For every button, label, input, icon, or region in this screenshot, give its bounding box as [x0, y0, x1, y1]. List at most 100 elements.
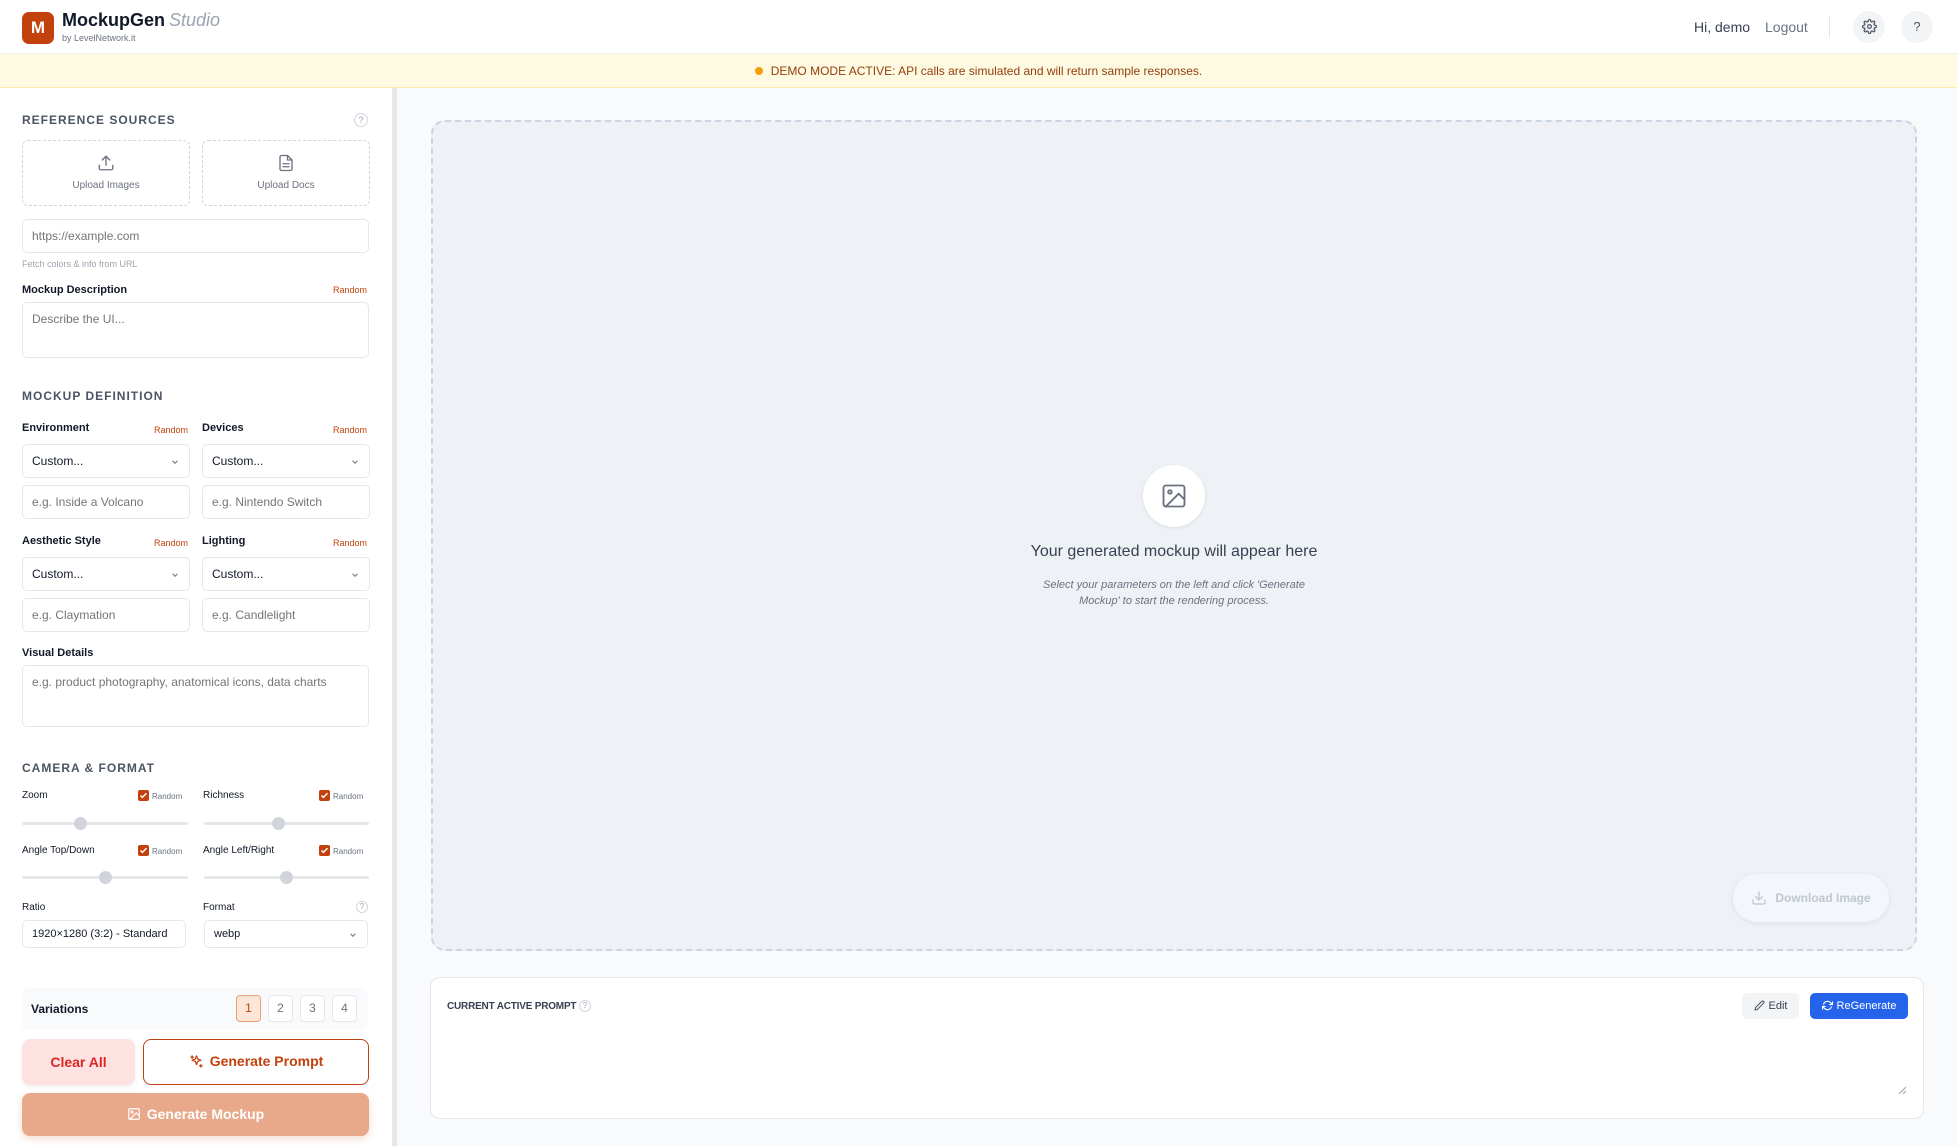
app-logo[interactable]: M — [22, 12, 54, 44]
app-byline: by LevelNetwork.it — [62, 33, 136, 43]
reference-sources-title: REFERENCE SOURCES — [22, 113, 176, 127]
mockup-description-input[interactable] — [22, 302, 369, 358]
ratio-label: Ratio — [22, 902, 46, 913]
visual-details-label: Visual Details — [22, 647, 94, 659]
sparkles-icon — [189, 1055, 203, 1068]
format-select[interactable]: webp — [204, 920, 368, 948]
devices-random-link[interactable]: Random — [333, 425, 367, 435]
variations-picker: Variations 1 2 3 4 — [22, 988, 368, 1030]
edit-prompt-button[interactable]: Edit — [1742, 993, 1799, 1019]
regenerate-label: ReGenerate — [1836, 1000, 1897, 1012]
zoom-slider-thumb[interactable] — [73, 817, 87, 830]
help-circle-icon[interactable]: ? — [579, 1000, 591, 1012]
environment-select[interactable]: Custom... — [22, 444, 190, 478]
placeholder-title: Your generated mockup will appear here — [1030, 543, 1318, 560]
chevron-down-icon — [352, 573, 358, 577]
check-icon — [320, 792, 329, 799]
placeholder-description: Select your parameters on the left and c… — [1043, 579, 1305, 607]
devices-selected: Custom... — [212, 454, 264, 468]
environment-custom-input[interactable] — [22, 485, 190, 519]
logout-link[interactable]: Logout — [1765, 19, 1808, 35]
header-divider — [1829, 16, 1830, 38]
variation-option-1[interactable]: 1 — [236, 995, 261, 1022]
upload-images-button[interactable]: Upload Images — [22, 140, 190, 206]
angle-top-down-slider-thumb[interactable] — [98, 871, 112, 884]
url-hint: Fetch colors & info from URL — [22, 259, 138, 269]
environment-random-link[interactable]: Random — [154, 425, 188, 435]
variations-label: Variations — [31, 1002, 89, 1016]
edit-prompt-label: Edit — [1768, 1000, 1788, 1012]
generate-mockup-button[interactable]: Generate Mockup — [22, 1093, 369, 1136]
camera-format-title: CAMERA & FORMAT — [22, 761, 155, 775]
chevron-down-icon — [350, 933, 356, 937]
current-prompt-title: CURRENT ACTIVE PROMPT — [447, 1001, 577, 1012]
check-icon — [139, 792, 148, 799]
format-label: Format — [203, 902, 235, 913]
aesthetic-style-label: Aesthetic Style — [22, 535, 101, 547]
zoom-random-checkbox[interactable] — [138, 790, 149, 801]
devices-custom-input[interactable] — [202, 485, 370, 519]
check-icon — [320, 847, 329, 854]
mockup-definition-title: MOCKUP DEFINITION — [22, 389, 164, 403]
current-prompt-panel — [430, 977, 1924, 1119]
angle-left-right-label: Angle Left/Right — [203, 845, 275, 856]
format-selected: webp — [214, 928, 241, 940]
lighting-custom-input[interactable] — [202, 598, 370, 632]
visual-details-input[interactable] — [22, 665, 369, 727]
app-header: M MockupGen Studio by LevelNetwork.it Hi,… — [0, 0, 1957, 54]
angle-left-right-random-checkbox[interactable] — [319, 845, 330, 856]
richness-label: Richness — [203, 790, 245, 801]
description-random-link[interactable]: Random — [333, 285, 367, 295]
lighting-random-link[interactable]: Random — [333, 538, 367, 548]
mockup-description-label: Mockup Description — [22, 284, 128, 296]
refresh-icon — [1821, 1000, 1833, 1010]
download-image-button[interactable]: Download Image — [1733, 874, 1889, 922]
gear-icon — [1861, 19, 1877, 34]
zoom-random-label: Random — [152, 792, 183, 801]
chevron-down-icon — [172, 573, 178, 577]
clear-all-button[interactable]: Clear All — [22, 1039, 135, 1085]
pencil-icon — [1753, 1000, 1764, 1011]
chevron-down-icon — [352, 460, 358, 464]
lighting-label: Lighting — [202, 535, 246, 547]
regenerate-button[interactable]: ReGenerate — [1810, 993, 1908, 1019]
zoom-label: Zoom — [22, 790, 48, 801]
settings-button[interactable] — [1853, 11, 1885, 43]
url-input[interactable] — [22, 219, 369, 253]
resize-grip-icon[interactable] — [1897, 1085, 1907, 1095]
variation-option-3[interactable]: 3 — [300, 995, 325, 1022]
angle-top-down-random-checkbox[interactable] — [138, 845, 149, 856]
upload-docs-button[interactable]: Upload Docs — [202, 140, 370, 206]
check-icon — [139, 847, 148, 854]
help-circle-icon[interactable]: ? — [356, 901, 368, 913]
app-title: MockupGen Studio — [62, 10, 221, 30]
angle-left-right-slider-thumb[interactable] — [280, 871, 293, 884]
generate-mockup-label: Generate Mockup — [146, 1106, 265, 1122]
aesthetic-custom-input[interactable] — [22, 598, 190, 632]
angle-top-down-random-label: Random — [152, 847, 183, 856]
lighting-select[interactable]: Custom... — [202, 557, 370, 591]
lighting-selected: Custom... — [212, 567, 264, 581]
aesthetic-select[interactable]: Custom... — [22, 557, 190, 591]
aesthetic-random-link[interactable]: Random — [154, 538, 188, 548]
image-icon — [1162, 484, 1186, 508]
document-icon — [279, 154, 293, 172]
devices-select[interactable]: Custom... — [202, 444, 370, 478]
ratio-selected: 1920×1280 (3:2) - Standard — [32, 928, 168, 940]
variation-option-4[interactable]: 4 — [332, 995, 357, 1022]
banner-text: DEMO MODE ACTIVE: API calls are simulate… — [770, 64, 1203, 78]
help-circle-icon[interactable]: ? — [354, 113, 368, 127]
zoom-slider-track[interactable] — [22, 822, 188, 825]
demo-mode-banner: DEMO MODE ACTIVE: API calls are simulate… — [0, 54, 1957, 88]
richness-slider-track[interactable] — [204, 822, 369, 825]
help-button[interactable]: ? — [1901, 11, 1933, 43]
download-icon — [1752, 891, 1766, 905]
ratio-select[interactable]: 1920×1280 (3:2) - Standard — [22, 920, 186, 948]
richness-slider-thumb[interactable] — [271, 817, 285, 830]
angle-top-down-label: Angle Top/Down — [22, 845, 95, 856]
variation-option-2[interactable]: 2 — [268, 995, 293, 1022]
image-icon — [127, 1108, 140, 1121]
richness-random-checkbox[interactable] — [319, 790, 330, 801]
generate-prompt-button[interactable]: Generate Prompt — [143, 1039, 369, 1085]
warning-dot-icon — [754, 66, 763, 75]
